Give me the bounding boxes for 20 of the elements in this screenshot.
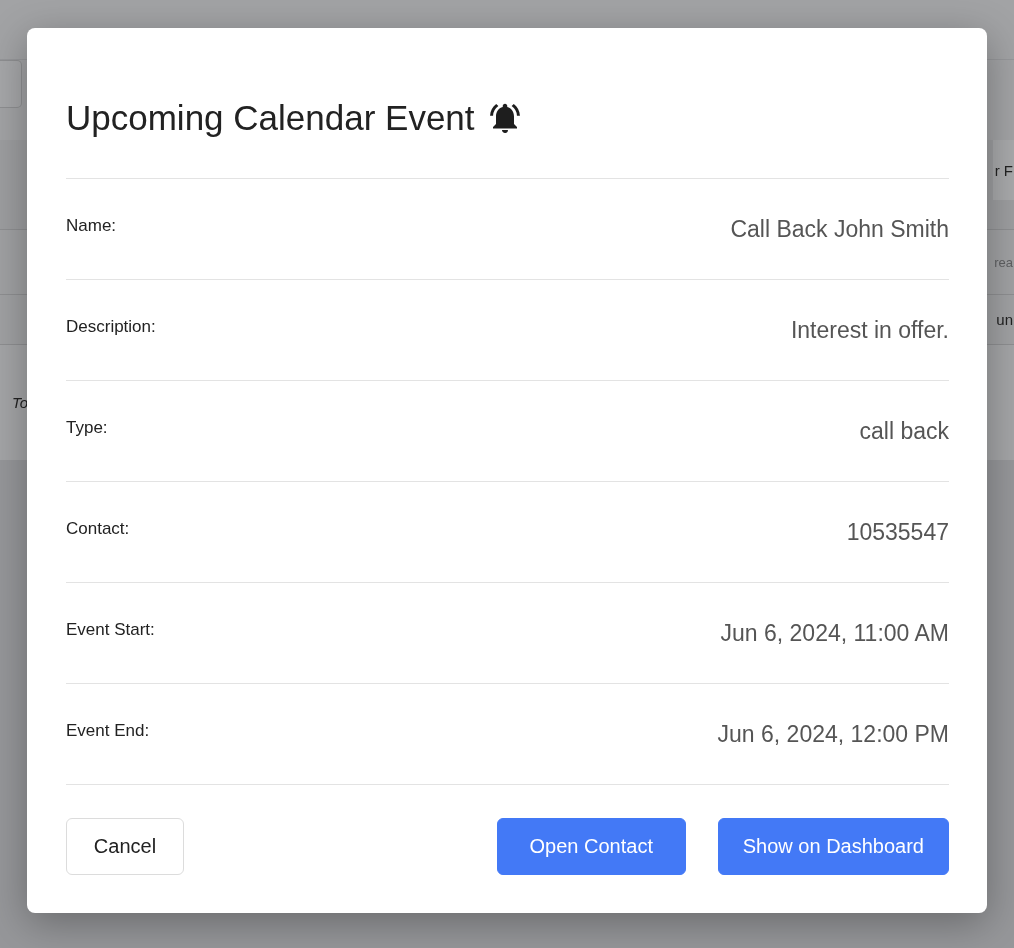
dialog-button[interactable]: Open Contact <box>496 818 686 875</box>
field-value: Call Back John Smith <box>730 215 949 243</box>
dialog-button[interactable]: Cancel <box>66 818 184 875</box>
field-value: 10535547 <box>846 518 949 546</box>
field-value: call back <box>859 417 949 445</box>
field-label: Event Start: <box>66 620 155 640</box>
partial-text: r F <box>994 161 1014 179</box>
field-label: Type: <box>66 418 108 438</box>
field-label: Description: <box>66 317 156 337</box>
partial-text: rea <box>994 254 1014 270</box>
field-label: Event End: <box>66 721 150 741</box>
field-label: Name: <box>66 216 117 236</box>
partial-text: To <box>12 394 29 411</box>
dialog-title: Upcoming Calendar Event <box>66 97 475 139</box>
partial-text: un <box>996 311 1014 328</box>
dialog-button[interactable]: Show on Dashboard <box>717 818 949 875</box>
field-value: Jun 6, 2024, 11:00 AM <box>720 619 949 647</box>
field-label: Contact: <box>66 519 130 539</box>
field-value: Interest in offer. <box>790 316 949 344</box>
field-value: Jun 6, 2024, 12:00 PM <box>717 720 949 748</box>
